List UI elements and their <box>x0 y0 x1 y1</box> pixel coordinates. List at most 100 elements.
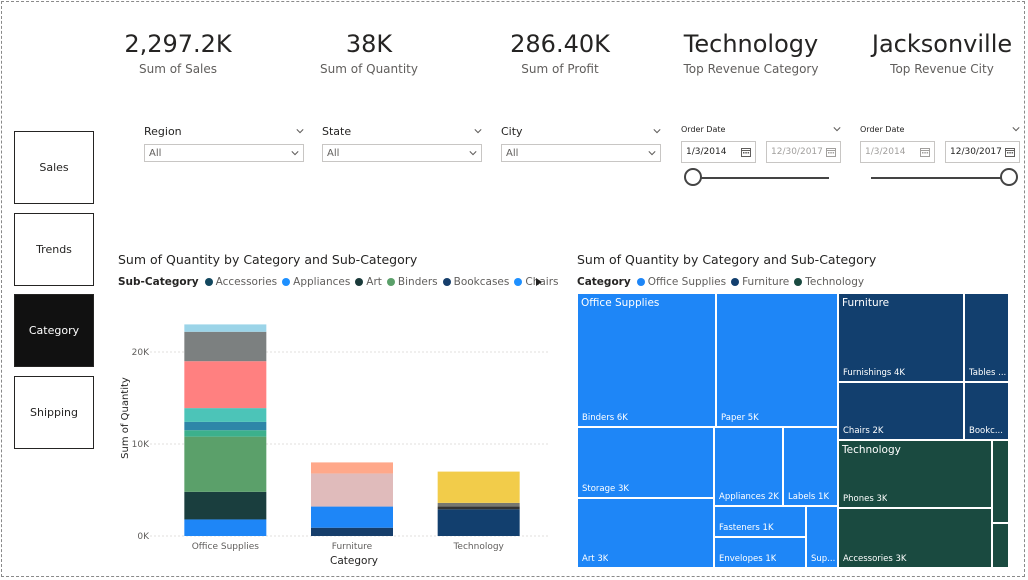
nav-button-sales[interactable]: Sales <box>14 131 94 204</box>
kpi-top-city: Jacksonville Top Revenue City <box>852 30 1028 76</box>
bar-segment[interactable] <box>184 491 267 520</box>
bar-segment[interactable] <box>437 471 520 503</box>
legend-dot <box>282 278 291 286</box>
legend-item[interactable]: Binders <box>386 276 438 288</box>
x-tick-label: Technology <box>452 542 504 552</box>
legend-dot <box>731 278 740 286</box>
date-range-track <box>871 177 1009 179</box>
city-dropdown[interactable]: All <box>501 144 661 162</box>
bar-segment[interactable] <box>184 331 267 362</box>
legend-label: Appliances <box>293 276 351 288</box>
bar-segment[interactable] <box>437 509 520 536</box>
calendar-icon[interactable] <box>920 147 930 157</box>
chevron-down-icon[interactable] <box>474 127 482 135</box>
state-dropdown[interactable]: All <box>322 144 482 162</box>
treemap-cell-label: Appliances 2K <box>719 492 779 502</box>
treemap-cell-chairs[interactable]: Chairs 2K <box>838 382 964 440</box>
treemap-cell-art[interactable]: Art 3K <box>577 498 714 568</box>
treemap-cell-technology-other[interactable] <box>992 523 1009 568</box>
chevron-down-icon[interactable] <box>1012 125 1020 133</box>
start-date-input[interactable]: 1/3/2014 <box>860 141 935 163</box>
chevron-down-icon[interactable] <box>833 125 841 133</box>
dropdown-value: All <box>149 147 162 159</box>
treemap-cell-label: Paper 5K <box>721 413 759 423</box>
treemap-cell-label: Fasteners 1K <box>719 523 774 533</box>
date-range-end-handle[interactable] <box>1000 168 1018 186</box>
treemap-category-label: Office Supplies <box>581 297 660 309</box>
treemap-cell-binders[interactable]: Binders 6K <box>577 293 716 427</box>
legend-item[interactable]: Accessories <box>204 276 277 288</box>
treemap-cell-fasteners[interactable]: Fasteners 1K <box>714 506 806 537</box>
bar-segment[interactable] <box>184 430 267 437</box>
bar-segment[interactable] <box>311 462 393 474</box>
chevron-down-icon[interactable] <box>296 127 304 135</box>
legend-next-arrow-icon[interactable] <box>535 277 543 287</box>
treemap-cell-accessories[interactable]: Accessories 3K <box>838 508 992 568</box>
treemap-cell-appliances[interactable]: Appliances 2K <box>714 427 783 506</box>
legend-item[interactable]: Office Supplies <box>636 276 726 288</box>
treemap-cell-technology-other[interactable] <box>992 440 1009 523</box>
bar-segment[interactable] <box>311 506 393 528</box>
slicer-city: City All <box>501 123 661 162</box>
date-slicer-end: Order Date 1/3/2014 12/30/2017 <box>860 122 1020 163</box>
region-dropdown[interactable]: All <box>144 144 304 162</box>
treemap-title: Sum of Quantity by Category and Sub-Cate… <box>577 252 877 267</box>
bar-chart-title: Sum of Quantity by Category and Sub-Cate… <box>118 252 418 267</box>
legend-item[interactable]: Furniture <box>731 276 789 288</box>
date-range-start-handle[interactable] <box>684 168 702 186</box>
kpi-quantity: 38K Sum of Quantity <box>279 30 459 76</box>
date-range-track <box>694 177 829 179</box>
treemap-cell-storage[interactable]: Storage 3K <box>577 427 714 498</box>
nav-button-shipping[interactable]: Shipping <box>14 376 94 449</box>
nav-button-category[interactable]: Category <box>14 294 94 367</box>
legend-dot <box>794 278 803 286</box>
bar-segment[interactable] <box>184 324 267 332</box>
nav-button-trends[interactable]: Trends <box>14 213 94 286</box>
treemap-cell-bookcases[interactable]: Bookc... <box>964 382 1009 440</box>
bar-segment[interactable] <box>184 421 267 431</box>
date-value: 12/30/2017 <box>771 147 823 157</box>
treemap-cell-labels[interactable]: Labels 1K <box>783 427 838 506</box>
treemap-cell-supplies[interactable]: Sup... <box>806 506 838 568</box>
treemap-legend: Category Office Supplies Furniture Techn… <box>577 276 869 288</box>
treemap-cell-tables[interactable]: Tables ... <box>964 293 1009 382</box>
bar-segment[interactable] <box>184 436 267 492</box>
legend-item[interactable]: Technology <box>794 276 864 288</box>
stacked-bar-chart: 0K 10K 20K Office Supplies Furniture Technolo… <box>120 324 550 567</box>
slicer-title: Order Date <box>860 124 905 134</box>
y-tick-label: 0K <box>137 532 150 542</box>
chevron-down-icon <box>469 151 477 156</box>
bar-segment[interactable] <box>184 519 267 536</box>
treemap-cell-label: Sup... <box>811 554 836 564</box>
treemap-cell-paper[interactable]: Paper 5K <box>716 293 838 427</box>
calendar-icon[interactable] <box>741 147 751 157</box>
legend-title: Category <box>577 276 631 288</box>
treemap-cell-envelopes[interactable]: Envelopes 1K <box>714 537 806 568</box>
legend-title: Sub-Category <box>118 276 199 288</box>
kpi-value: Technology <box>683 30 819 58</box>
calendar-icon[interactable] <box>826 147 836 157</box>
chevron-down-icon[interactable] <box>653 127 661 135</box>
x-tick-label: Furniture <box>332 542 373 552</box>
legend-item[interactable]: Appliances <box>282 276 350 288</box>
kpi-label: Top Revenue Category <box>683 62 819 76</box>
start-date-input[interactable]: 1/3/2014 <box>681 141 756 163</box>
nav-label: Shipping <box>30 406 78 419</box>
end-date-input[interactable]: 12/30/2017 <box>945 141 1020 163</box>
bar-segment[interactable] <box>311 473 393 507</box>
legend-label: Art <box>366 276 382 288</box>
legend-item[interactable]: Art <box>355 276 382 288</box>
bar-segment[interactable] <box>184 361 267 409</box>
bar-segment[interactable] <box>311 527 393 536</box>
nav-label: Sales <box>39 161 69 174</box>
bar-segment[interactable] <box>437 506 520 510</box>
treemap-cell-label: Chairs 2K <box>843 426 884 436</box>
legend-item[interactable]: Bookcases <box>442 276 509 288</box>
bar-segment[interactable] <box>437 502 520 507</box>
calendar-icon[interactable] <box>1005 147 1015 157</box>
end-date-input[interactable]: 12/30/2017 <box>766 141 841 163</box>
kpi-profit: 286.40K Sum of Profit <box>470 30 650 76</box>
kpi-value: 2,297.2K <box>124 30 232 58</box>
bar-segment[interactable] <box>184 408 267 422</box>
chevron-down-icon <box>291 151 299 156</box>
